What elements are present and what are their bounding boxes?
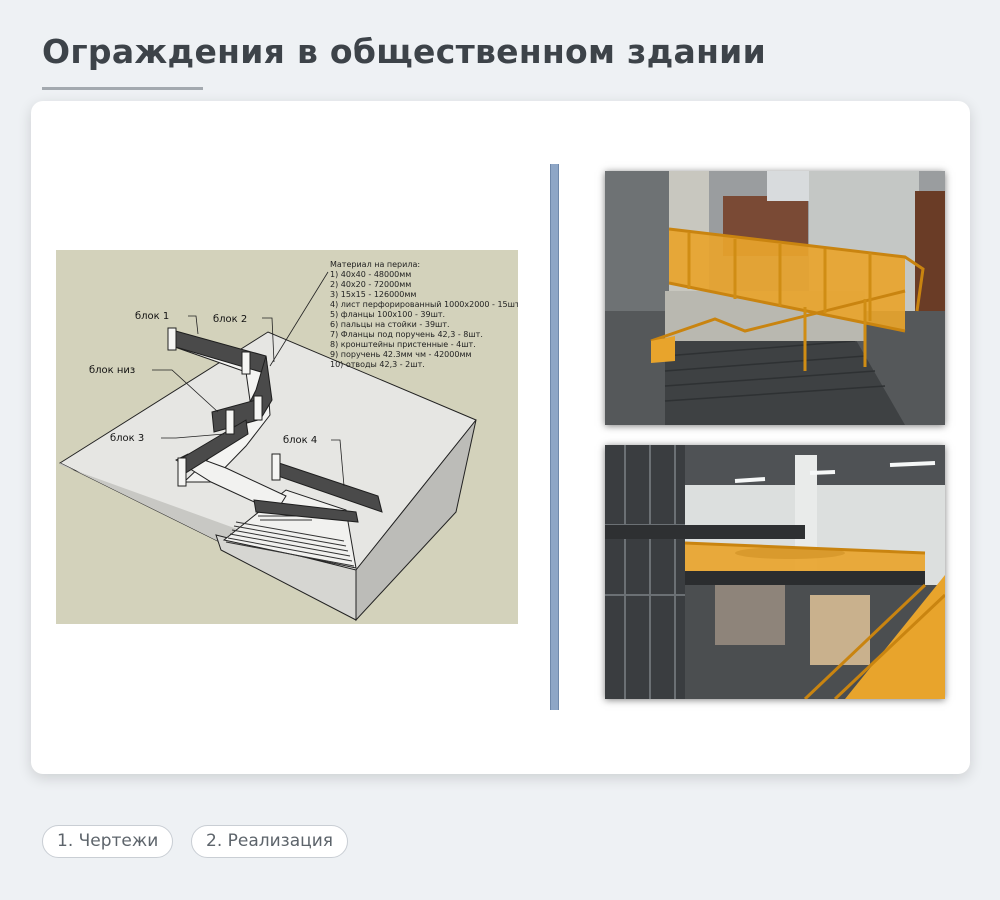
page-title: Ограждения в общественном здании: [42, 32, 767, 71]
label-block-bottom: блок низ: [89, 365, 135, 376]
label-block-3: блок 3: [110, 433, 144, 444]
label-block-1: блок 1: [135, 311, 169, 322]
materials-item: 9) поручень 42.3мм чм - 42000мм: [330, 350, 472, 359]
railing-drawing: блок 1 блок 2 блок низ блок 3 блок 4 Мат…: [56, 250, 518, 624]
materials-item: 3) 15х15 - 126000мм: [330, 290, 416, 299]
tab-implementation[interactable]: 2. Реализация: [191, 825, 348, 858]
label-block-2: блок 2: [213, 314, 247, 325]
materials-item: 2) 40х20 - 72000мм: [330, 280, 411, 289]
materials-item: 5) фланцы 100х100 - 39шт.: [330, 310, 445, 319]
photo-atrium-balcony[interactable]: [605, 445, 945, 699]
title-underline: [42, 87, 203, 90]
materials-item: 8) кронштейны пристенные - 4шт.: [330, 340, 476, 349]
slide-card: блок 1 блок 2 блок низ блок 3 блок 4 Мат…: [31, 101, 970, 774]
materials-item: 6) пальцы на стойки - 39шт.: [330, 320, 450, 329]
materials-item: 1) 40х40 - 48000мм: [330, 270, 411, 279]
label-block-4: блок 4: [283, 435, 317, 446]
vertical-divider: [550, 164, 559, 710]
materials-title: Материал на перила:: [330, 260, 420, 269]
materials-item: 7) Фланцы под поручень 42,3 - 8шт.: [330, 330, 483, 339]
tab-drawings[interactable]: 1. Чертежи: [42, 825, 174, 858]
materials-item: 10) отводы 42,3 - 2шт.: [330, 360, 425, 369]
photo-staircase-railing[interactable]: [605, 171, 945, 425]
materials-item: 4) лист перфорированный 1000х2000 - 15шт…: [330, 300, 518, 309]
